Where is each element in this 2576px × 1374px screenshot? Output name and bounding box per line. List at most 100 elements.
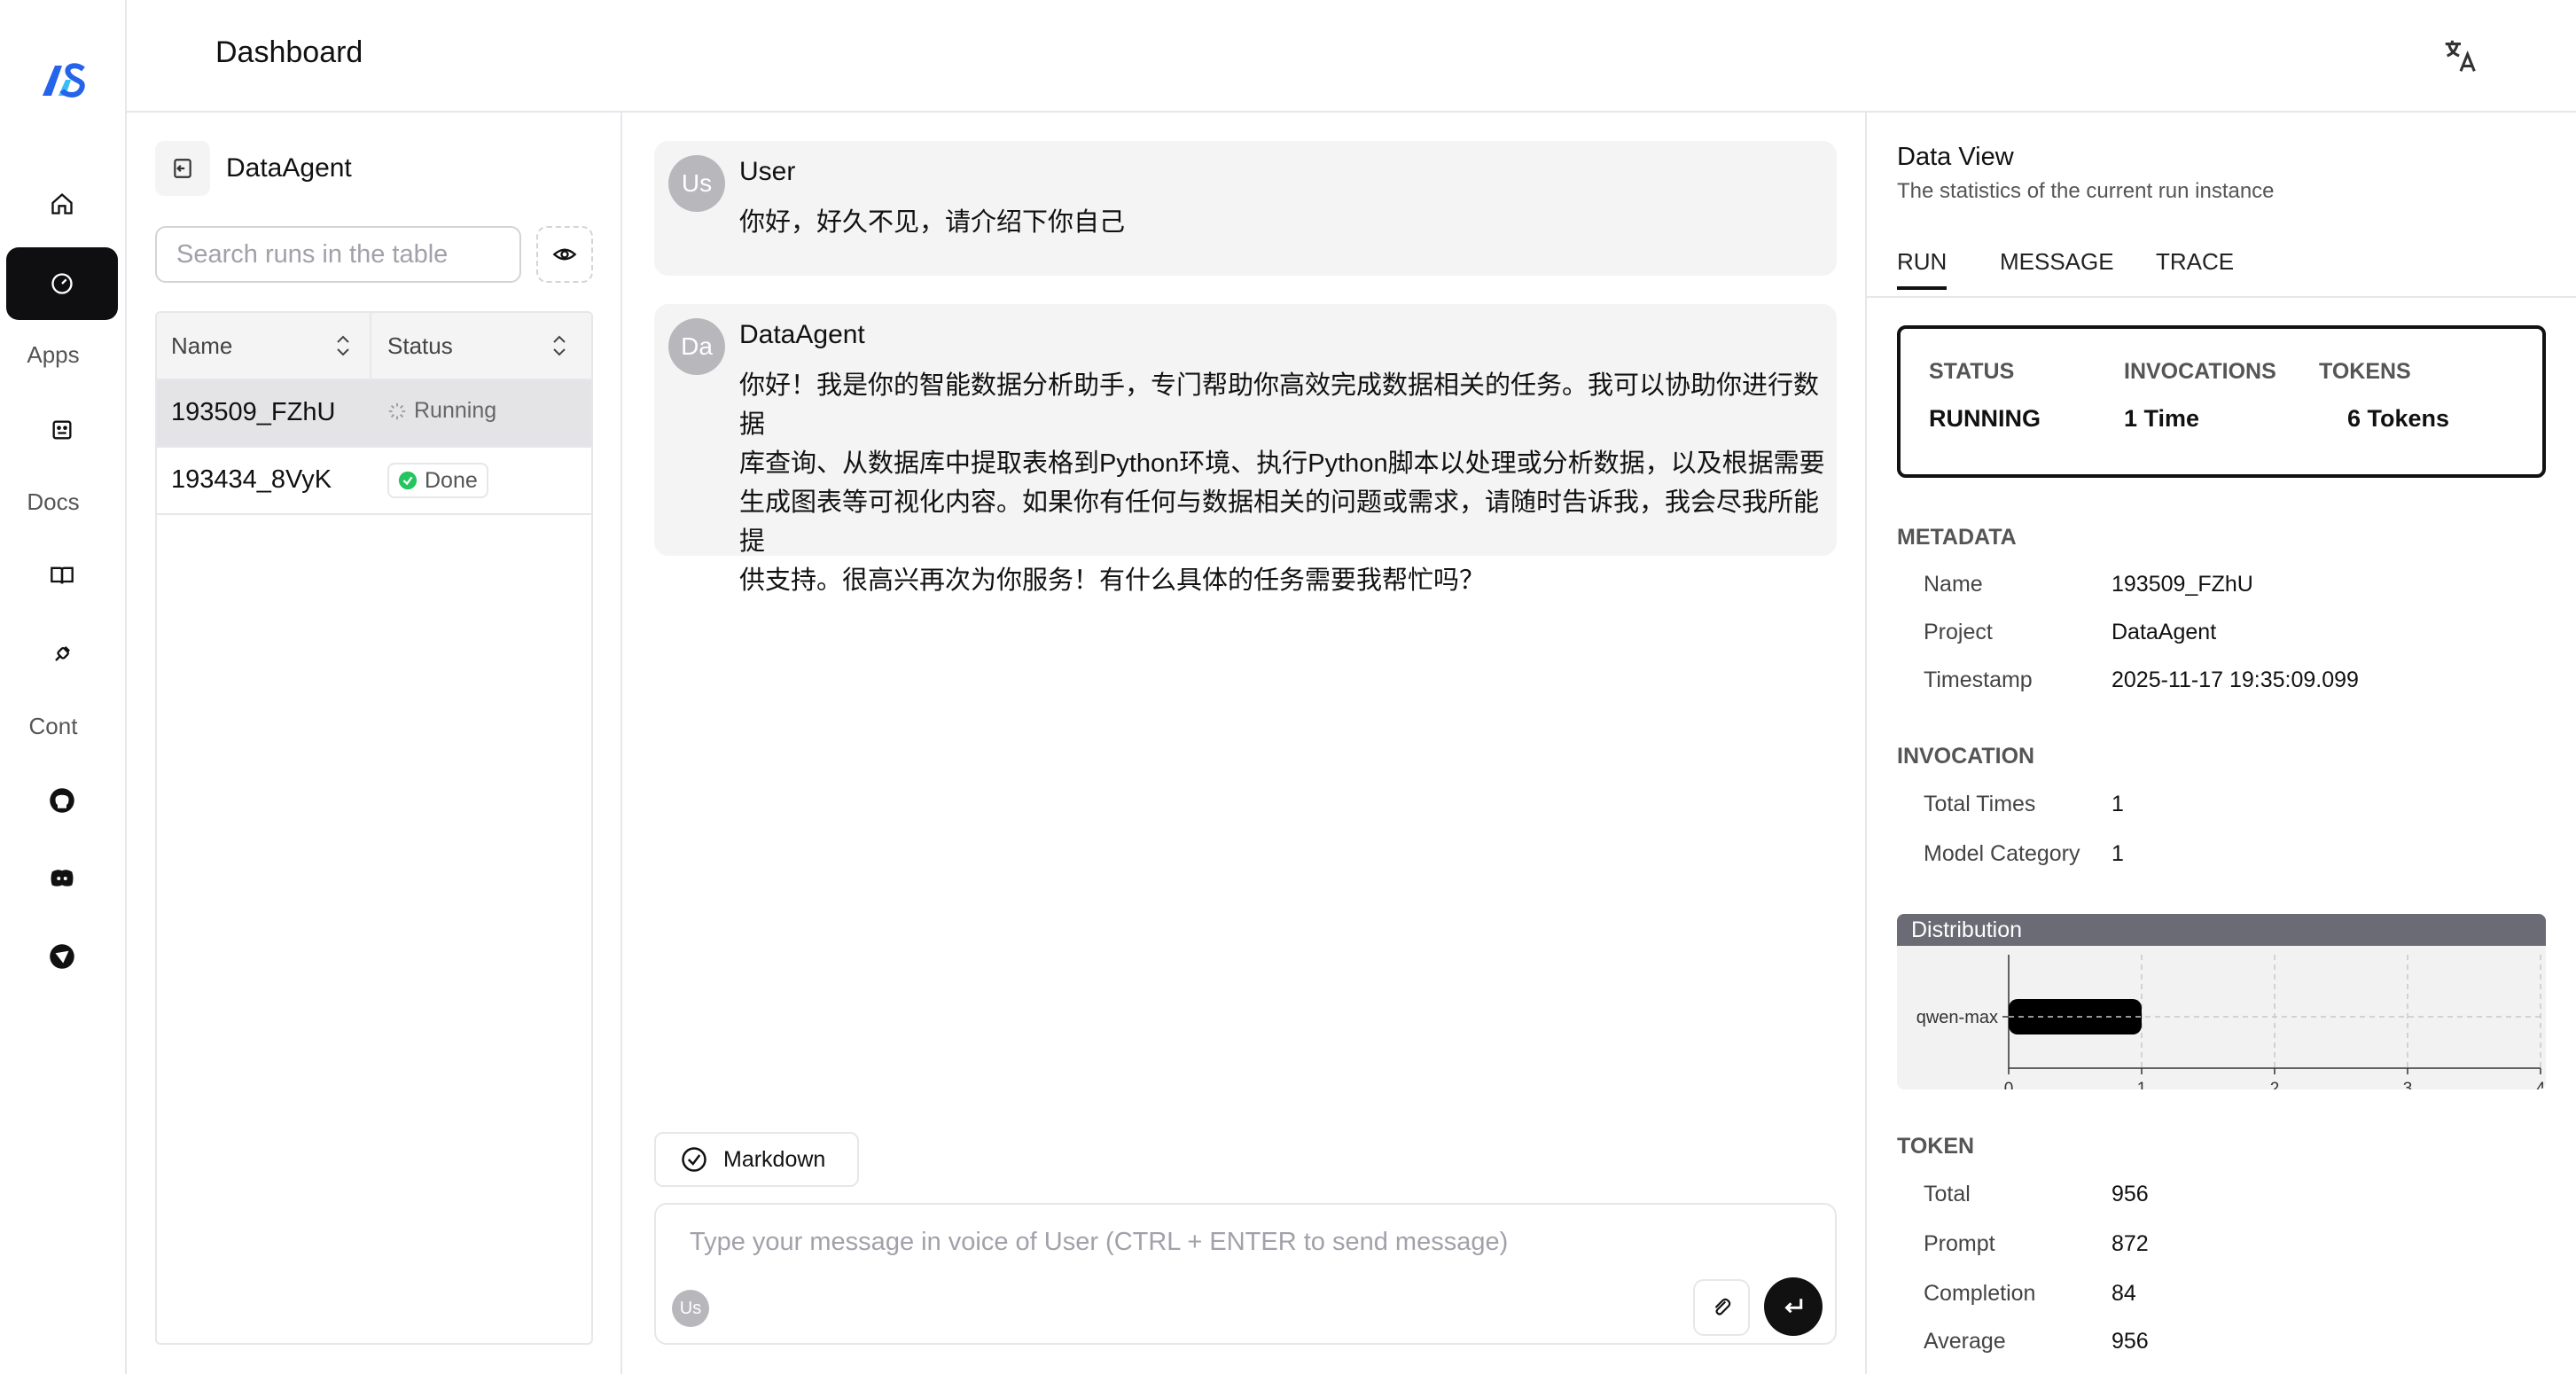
inv-total-key: Total Times (1924, 792, 2036, 816)
stat-status-label: STATUS (1929, 359, 2015, 384)
table-row[interactable]: 193509_FZhU Running (157, 380, 591, 448)
stat-status-value: RUNNING (1929, 405, 2041, 432)
nav-community-button[interactable] (6, 920, 118, 993)
run-name: 193509_FZhU (171, 398, 336, 426)
attach-button[interactable] (1693, 1279, 1750, 1336)
chat-message: Da DataAgent 你好！我是你的智能数据分析助手，专门帮助你高效完成数据… (654, 304, 1837, 595)
column-header-name[interactable]: Name (171, 332, 232, 360)
nav-section-cont: Cont (28, 713, 78, 739)
spinner-icon (388, 402, 406, 419)
home-icon (51, 192, 73, 215)
tab-message[interactable]: MESSAGE (2000, 248, 2114, 276)
chat-message: Us User 你好，好久不见，请介绍下你自己 (654, 141, 1837, 276)
eye-icon (552, 248, 577, 261)
distribution-card: Distribution 0 1 2 3 4 qwen-max (1897, 914, 2546, 1089)
metadata-heading: METADATA (1897, 525, 2017, 550)
message-text: 你好！我是你的智能数据分析助手，专门帮助你高效完成数据相关的任务。我可以协助你进… (739, 371, 1825, 595)
check-circle-icon (398, 471, 418, 490)
enter-icon (1784, 1299, 1803, 1314)
chat-panel: Us User 你好，好久不见，请介绍下你自己 Da DataAgent 你好！… (622, 113, 1867, 1374)
token-average-value: 956 (2112, 1329, 2149, 1354)
category-label: qwen-max (1916, 1008, 1998, 1027)
bot-icon (52, 420, 72, 440)
github-icon (50, 788, 74, 813)
x-tick-label: 2 (2270, 1080, 2280, 1089)
tab-run[interactable]: RUN (1897, 248, 1948, 290)
table-row[interactable]: 193434_8VyK Done (157, 448, 591, 515)
markdown-label: Markdown (723, 1146, 826, 1172)
dataview-title: Data View (1897, 143, 2014, 171)
markdown-toggle[interactable]: Markdown (654, 1132, 859, 1187)
table-header: Name Status (157, 313, 591, 380)
runs-table: Name Status 193509_FZhU Running 193434_8… (155, 311, 593, 1345)
token-prompt-value: 872 (2112, 1231, 2149, 1256)
top-header: Dashboard (127, 0, 2576, 113)
meta-name-key: Name (1924, 572, 1983, 597)
x-tick-label: 4 (2536, 1080, 2546, 1089)
left-nav: Apps Docs Cont (0, 0, 127, 1374)
distribution-title: Distribution (1897, 914, 2546, 946)
nav-github-button[interactable] (6, 764, 118, 837)
token-total-value: 956 (2112, 1182, 2149, 1206)
run-stats-card: STATUS RUNNING INVOCATIONS 1 Time TOKENS… (1897, 325, 2546, 478)
meta-timestamp-value: 2025-11-17 19:35:09.099 (2112, 667, 2359, 692)
invocation-heading: INVOCATION (1897, 744, 2035, 769)
nav-api-button[interactable] (6, 618, 118, 691)
discord-icon (51, 870, 74, 886)
stat-invocations-label: INVOCATIONS (2124, 359, 2276, 384)
tab-trace[interactable]: TRACE (2156, 248, 2234, 276)
message-input[interactable]: Type your message in voice of User (CTRL… (690, 1228, 1508, 1257)
stat-tokens-label: TOKENS (2319, 359, 2411, 384)
x-tick-label: 3 (2403, 1080, 2413, 1089)
meta-name-value: 193509_FZhU (2112, 572, 2253, 597)
message-input-box[interactable]: Type your message in voice of User (CTRL… (654, 1203, 1837, 1345)
send-button[interactable] (1764, 1277, 1823, 1336)
app-logo[interactable] (39, 60, 89, 99)
exit-icon (174, 159, 191, 178)
run-name: 193434_8VyK (171, 465, 332, 494)
nav-docs-button[interactable] (6, 539, 118, 612)
column-header-status[interactable]: Status (387, 332, 453, 360)
status-text: Done (425, 467, 478, 493)
token-prompt-key: Prompt (1924, 1231, 1995, 1256)
sort-status-icon[interactable] (549, 332, 570, 359)
stat-invocations-value: 1 Time (2124, 405, 2200, 432)
book-icon (51, 566, 74, 584)
message-author: DataAgent (739, 320, 865, 349)
project-name: DataAgent (226, 153, 352, 183)
status-badge: Running (387, 398, 496, 424)
x-tick-label: 1 (2137, 1080, 2147, 1089)
meta-timestamp-key: Timestamp (1924, 667, 2033, 692)
token-completion-value: 84 (2112, 1281, 2136, 1306)
nav-home-button[interactable] (6, 168, 118, 240)
meta-project-key: Project (1924, 620, 1993, 644)
back-button[interactable] (155, 141, 210, 196)
token-total-key: Total (1924, 1182, 1971, 1206)
inv-total-value: 1 (2112, 792, 2124, 816)
meta-project-value: DataAgent (2112, 620, 2217, 644)
inv-model-value: 1 (2112, 841, 2124, 866)
paperclip-icon (1714, 1298, 1731, 1315)
nav-discord-button[interactable] (6, 842, 118, 915)
input-avatar: Us (672, 1290, 709, 1327)
avatar: Da (668, 318, 725, 375)
check-circle-outline-icon (682, 1147, 706, 1172)
stat-tokens-value: 6 Tokens (2347, 405, 2450, 432)
toggle-columns-button[interactable] (536, 226, 593, 283)
token-average-key: Average (1924, 1329, 2006, 1354)
plug-icon (55, 646, 70, 661)
status-badge: Done (387, 463, 488, 498)
nav-dashboard-button[interactable] (6, 247, 118, 320)
search-runs-input[interactable]: Search runs in the table (155, 226, 521, 283)
message-text: 你好，好久不见，请介绍下你自己 (739, 208, 1126, 237)
status-text: Running (414, 398, 497, 423)
sort-name-icon[interactable] (332, 332, 354, 359)
data-view-panel: Data View The statistics of the current … (1867, 113, 2576, 1374)
nav-apps-button[interactable] (6, 394, 118, 466)
token-heading: TOKEN (1897, 1134, 1975, 1159)
gauge-icon (51, 273, 73, 294)
runs-panel: DataAgent Search runs in the table Name … (127, 113, 622, 1374)
language-icon[interactable] (2440, 35, 2481, 76)
page-title: Dashboard (215, 35, 363, 69)
distribution-chart: 0 1 2 3 4 qwen-max (1916, 955, 2546, 1089)
